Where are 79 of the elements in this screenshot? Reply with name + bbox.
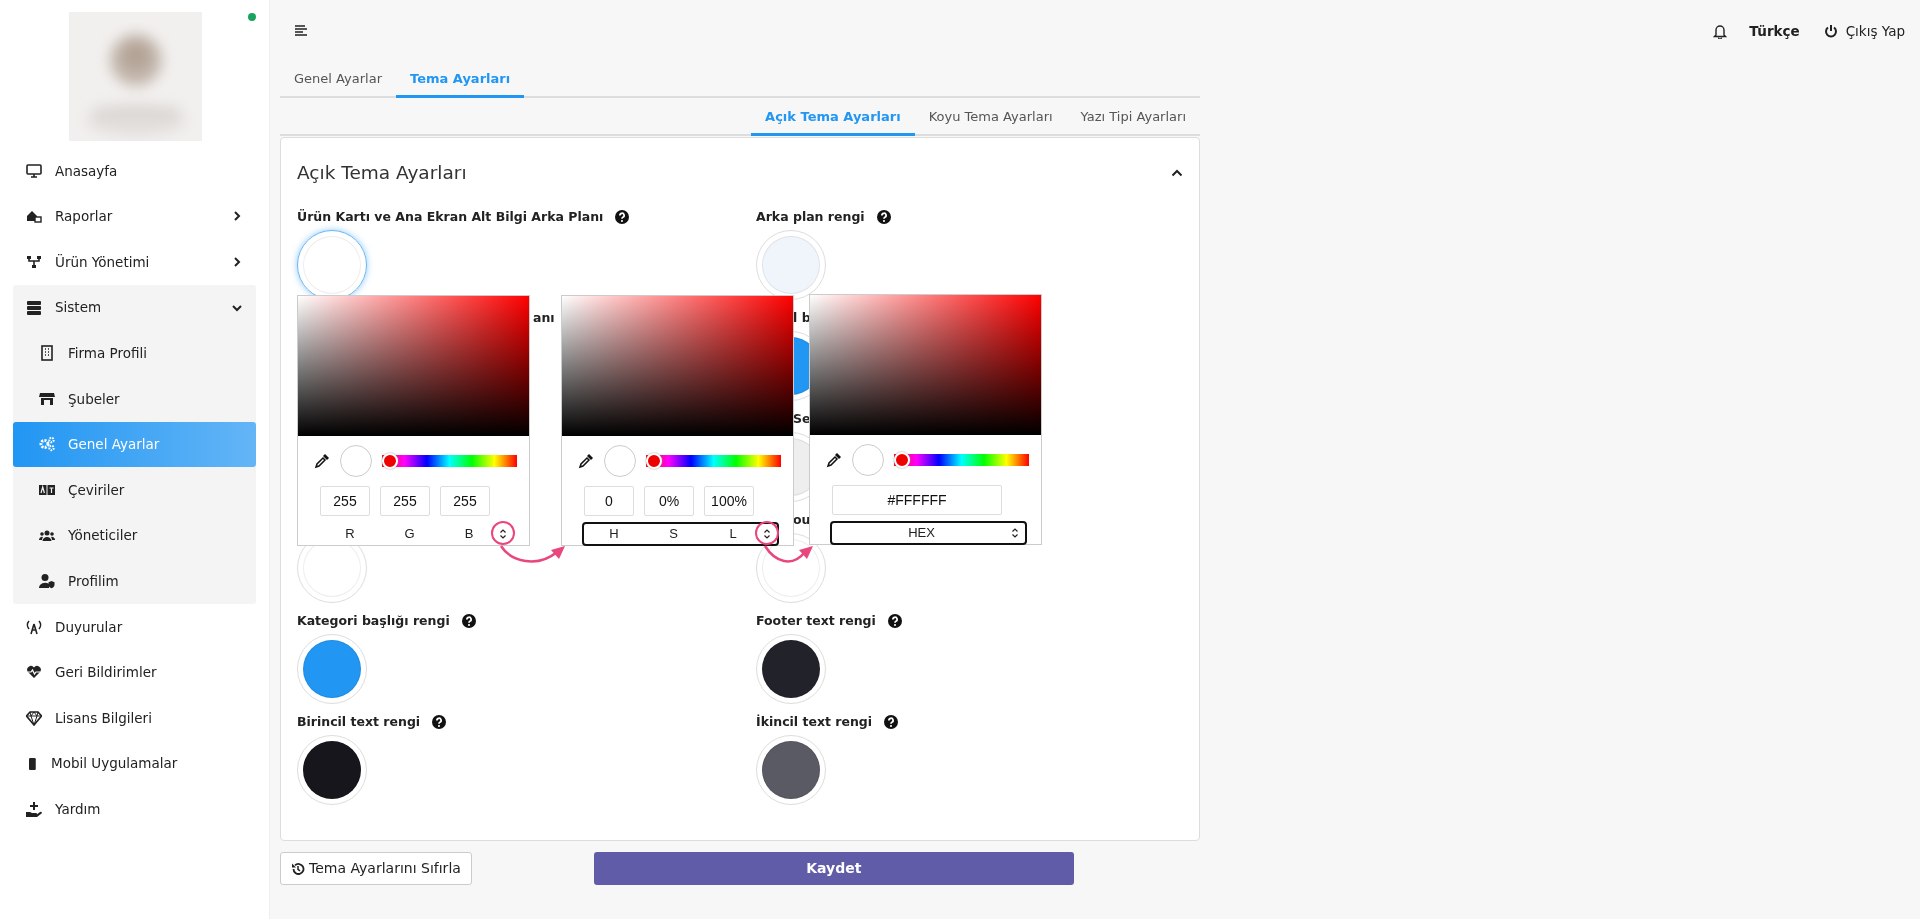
store-icon [39, 390, 55, 407]
house-icon [26, 208, 42, 225]
tab[interactable]: Yazı Tipi Ayarları [1066, 106, 1200, 136]
panel-title: Açık Tema Ayarları [297, 161, 467, 186]
sidebar-item[interactable]: Geri Bildirimler [13, 649, 256, 696]
toggle-icon[interactable] [1011, 527, 1019, 539]
field-label: Birincil text rengi [297, 712, 421, 731]
hue-slider[interactable] [382, 453, 517, 469]
reset-button[interactable]: Tema Ayarlarını Sıfırla [280, 852, 472, 885]
sidebar-item[interactable]: Yöneticiler [13, 512, 256, 559]
field-label: Kategori başlığı rengi [297, 611, 450, 630]
broadcast-icon [26, 618, 42, 635]
hue-slider[interactable] [894, 452, 1029, 468]
sidebar-item[interactable]: Duyurular [13, 603, 256, 650]
color-gradient[interactable] [298, 296, 529, 436]
color-preview [852, 444, 884, 476]
hue-slider[interactable] [646, 453, 781, 469]
save-button[interactable]: Kaydet [593, 852, 1074, 885]
sidebar-item[interactable]: Yardım [13, 786, 256, 832]
sidebar-item[interactable]: Anasayfa [13, 148, 256, 194]
user-shield-icon [39, 573, 55, 590]
field-label: anı [533, 308, 555, 327]
field-label: Ürün Kartı ve Ana Ekran Alt Bilgi Arka Planı [297, 207, 604, 226]
sidebar-item[interactable]: Sistem [13, 284, 256, 331]
tab[interactable]: Koyu Tema Ayarları [914, 106, 1067, 136]
history-icon [291, 861, 305, 876]
phone-icon [26, 755, 38, 772]
input-field[interactable]: 255 [440, 486, 490, 516]
sidebar-item[interactable]: Ürün Yönetimi [13, 239, 256, 285]
logout-link[interactable]: Çıkış Yap [1823, 20, 1905, 42]
sidebar-item[interactable]: Firma Profili [13, 330, 256, 376]
color-gradient[interactable] [562, 296, 793, 436]
field-label: Se [793, 409, 811, 428]
format-selector[interactable]: H S L [582, 522, 779, 546]
annotation-arrow [763, 545, 813, 563]
slider-thumb[interactable] [382, 453, 398, 469]
color-gradient[interactable] [810, 295, 1041, 435]
sidebar-item[interactable]: Raporlar [13, 193, 256, 240]
language-link[interactable]: Türkçe [1749, 20, 1800, 42]
sidebar-item[interactable]: Çeviriler [13, 467, 256, 513]
sidebar-item[interactable]: Şubeler [13, 375, 256, 422]
format-selector[interactable]: HEX [830, 521, 1027, 545]
menu-icon[interactable] [294, 25, 308, 37]
toggle-icon[interactable] [763, 528, 771, 540]
heart-pulse-icon [26, 664, 42, 681]
slider-thumb[interactable] [646, 453, 662, 469]
field-label: Footer text rengi [756, 611, 876, 630]
hand-plus-icon [26, 801, 42, 818]
sidebar-item[interactable]: Mobil Uygulamalar [13, 740, 256, 787]
field-label: ou [793, 510, 811, 529]
toggle-icon[interactable] [499, 528, 507, 540]
power-icon [1823, 24, 1838, 38]
building-icon [39, 345, 55, 362]
slider-thumb[interactable] [894, 452, 910, 468]
annotation-arrow [500, 545, 565, 563]
input-field[interactable]: 255 [380, 486, 430, 516]
input-field[interactable]: 255 [320, 486, 370, 516]
sidebar-item[interactable]: Profilim [13, 558, 256, 604]
color-preview [340, 445, 372, 477]
server-icon [26, 299, 42, 316]
field-label: İkincil text rengi [756, 712, 873, 731]
eyedropper-icon[interactable] [578, 453, 594, 469]
format-selector[interactable]: R G B [318, 522, 515, 546]
network-icon [26, 254, 42, 270]
field-label: Arka plan rengi [756, 207, 865, 226]
tab[interactable]: Genel Ayarlar [280, 68, 396, 98]
sidebar-item[interactable]: Lisans Bilgileri [13, 695, 256, 741]
input-field[interactable]: 100% [704, 486, 754, 516]
monitor-icon [26, 162, 42, 179]
color-preview [604, 445, 636, 477]
eyedropper-icon[interactable] [826, 452, 842, 468]
eyedropper-icon[interactable] [314, 453, 330, 469]
collapse-icon[interactable] [1171, 167, 1183, 179]
input-field[interactable]: 0 [584, 486, 634, 516]
gem-icon [26, 709, 42, 726]
input-field[interactable]: #FFFFFF [832, 485, 1002, 515]
input-field[interactable]: 0% [644, 486, 694, 516]
bell-icon[interactable] [1713, 23, 1728, 39]
gears-icon [39, 436, 55, 453]
